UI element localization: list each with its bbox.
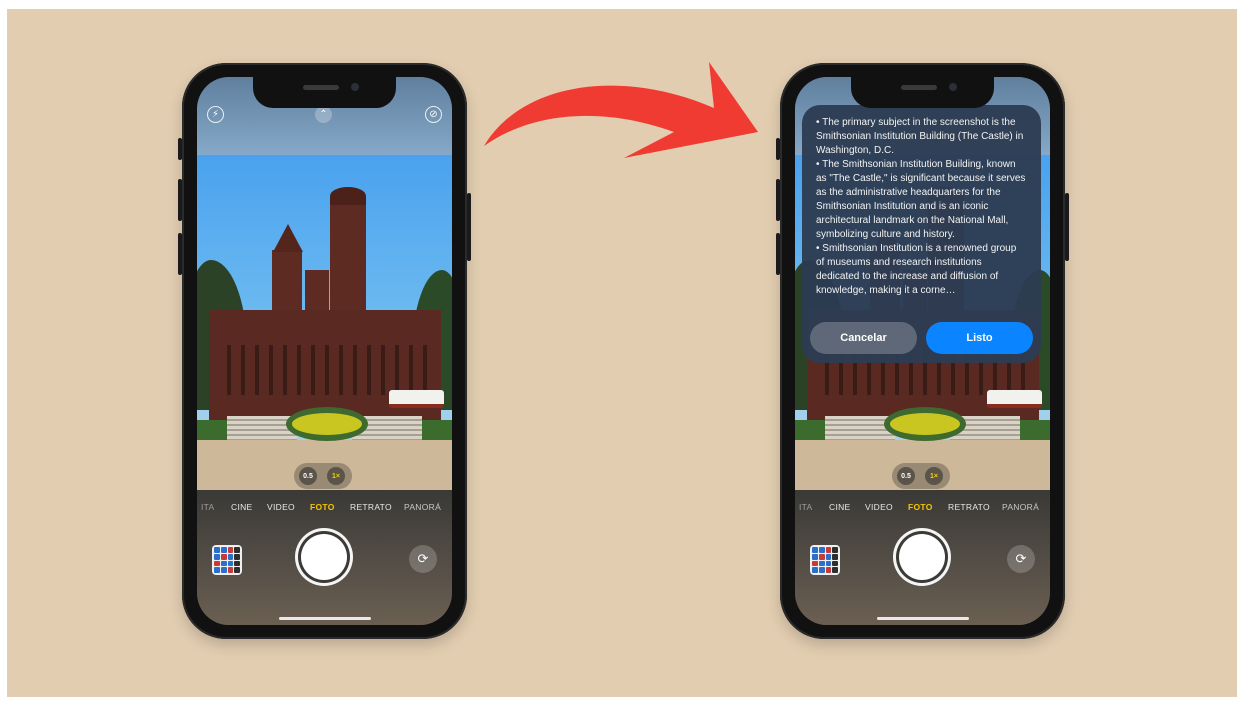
camera-screen: ⚡ ⌃ ⊘ 0.5 1× ITA CINE VIDEO FOTO RETRATO… <box>197 77 452 625</box>
front-camera <box>949 83 957 91</box>
volume-down-button <box>776 233 780 275</box>
notch <box>253 77 396 108</box>
shutter-button[interactable] <box>899 534 945 580</box>
flower-bed <box>292 413 362 435</box>
flip-camera-icon[interactable]: ⟳ <box>1007 545 1035 573</box>
flower-bed <box>890 413 960 435</box>
cancel-button[interactable]: Cancelar <box>810 322 917 354</box>
front-camera <box>351 83 359 91</box>
notch <box>851 77 994 108</box>
castle-windows <box>217 345 432 395</box>
shutter-button[interactable] <box>301 534 347 580</box>
viewfinder[interactable] <box>197 155 452 490</box>
summary-line: • The Smithsonian Institution Building, … <box>816 159 1026 240</box>
flash-icon[interactable]: ⚡ <box>207 106 224 123</box>
photo-library-thumbnail[interactable] <box>810 545 840 575</box>
castle-spire <box>273 224 303 252</box>
popup-actions: Cancelar Listo <box>810 322 1033 354</box>
tour-bus <box>987 390 1042 408</box>
speaker <box>303 85 339 90</box>
mode-retrato[interactable]: RETRATO <box>948 502 990 512</box>
mode-time-lapse[interactable]: ITA <box>799 502 813 512</box>
power-button <box>467 193 471 261</box>
zoom-0-5-button[interactable]: 0.5 <box>897 467 915 485</box>
photo-library-thumbnail[interactable] <box>212 545 242 575</box>
mode-panorama[interactable]: PANORÁ <box>1002 502 1039 512</box>
volume-up-button <box>776 179 780 221</box>
zoom-selector: 0.5 1× <box>294 463 352 489</box>
mode-cine[interactable]: CINE <box>829 502 851 512</box>
zoom-1x-button[interactable]: 1× <box>925 467 943 485</box>
mode-time-lapse[interactable]: ITA <box>201 502 215 512</box>
steps <box>227 416 297 440</box>
mode-foto[interactable]: FOTO <box>908 502 933 512</box>
castle-tower-top <box>330 187 366 205</box>
mute-switch <box>178 138 182 160</box>
camera-controls: ITA CINE VIDEO FOTO RETRATO PANORÁ ⟳ <box>197 490 452 625</box>
mode-video[interactable]: VIDEO <box>267 502 295 512</box>
popup-summary: • The primary subject in the screenshot … <box>816 116 1027 298</box>
tour-bus <box>389 390 444 408</box>
visual-intelligence-popup: • The primary subject in the screenshot … <box>802 105 1041 363</box>
steps <box>950 416 1020 440</box>
volume-down-button <box>178 233 182 275</box>
mute-switch <box>776 138 780 160</box>
speaker <box>901 85 937 90</box>
zoom-1x-button[interactable]: 1× <box>327 467 345 485</box>
summary-line: • Smithsonian Institution is a renowned … <box>816 243 1017 296</box>
mode-selector: ITA CINE VIDEO FOTO RETRATO PANORÁ <box>795 502 1050 516</box>
left-phone: ⚡ ⌃ ⊘ 0.5 1× ITA CINE VIDEO FOTO RETRATO… <box>178 63 471 639</box>
mode-cine[interactable]: CINE <box>231 502 253 512</box>
mode-panorama[interactable]: PANORÁ <box>404 502 441 512</box>
power-button <box>1065 193 1069 261</box>
camera-screen: • The primary subject in the screenshot … <box>795 77 1050 625</box>
volume-up-button <box>178 179 182 221</box>
mode-foto[interactable]: FOTO <box>310 502 335 512</box>
mode-video[interactable]: VIDEO <box>865 502 893 512</box>
chevron-up-icon[interactable]: ⌃ <box>315 106 332 123</box>
mode-retrato[interactable]: RETRATO <box>350 502 392 512</box>
arrow-shape <box>484 62 758 158</box>
summary-line: • The primary subject in the screenshot … <box>816 117 1024 156</box>
transition-arrow <box>484 62 758 158</box>
zoom-selector: 0.5 1× <box>892 463 950 489</box>
home-indicator[interactable] <box>279 617 371 620</box>
mode-selector: ITA CINE VIDEO FOTO RETRATO PANORÁ <box>197 502 452 516</box>
home-indicator[interactable] <box>877 617 969 620</box>
right-phone: • The primary subject in the screenshot … <box>776 63 1069 639</box>
zoom-0-5-button[interactable]: 0.5 <box>299 467 317 485</box>
camera-controls: ITA CINE VIDEO FOTO RETRATO PANORÁ ⟳ <box>795 490 1050 625</box>
flip-camera-icon[interactable]: ⟳ <box>409 545 437 573</box>
live-photo-off-icon[interactable]: ⊘ <box>425 106 442 123</box>
steps <box>352 416 422 440</box>
steps <box>825 416 895 440</box>
done-button[interactable]: Listo <box>926 322 1033 354</box>
